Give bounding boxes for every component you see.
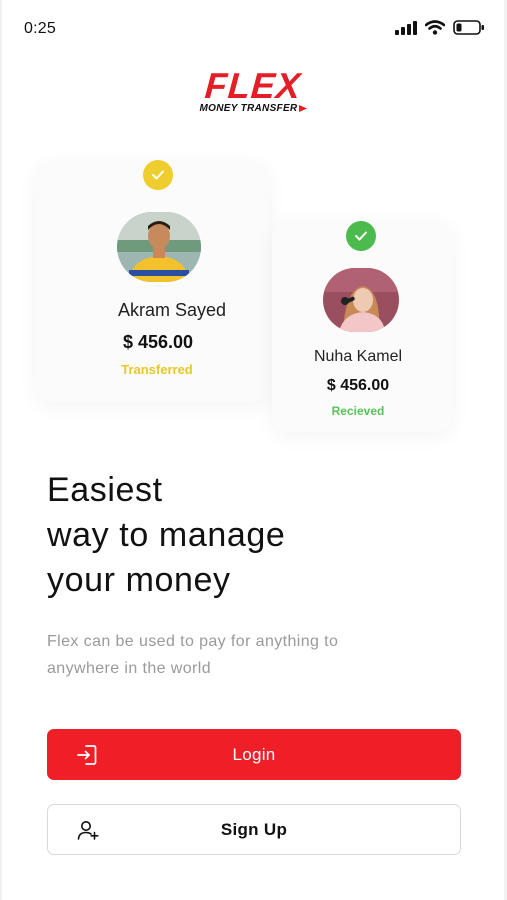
brand-logo: FLEX MONEY TRANSFER bbox=[0, 65, 507, 114]
headline-line: way to manage bbox=[47, 516, 286, 554]
battery-icon bbox=[453, 20, 484, 35]
status-icons bbox=[395, 20, 485, 35]
transaction-status: Recieved bbox=[331, 404, 385, 418]
person-name: Nuha Kamel bbox=[313, 348, 403, 365]
signal-icon bbox=[395, 20, 417, 35]
brand-name: FLEX bbox=[204, 65, 303, 106]
headline-line: Easiest bbox=[47, 471, 163, 509]
play-arrow-icon bbox=[299, 105, 308, 112]
page-title: Easiest way to manage your money bbox=[47, 468, 467, 603]
status-time: 0:25 bbox=[24, 20, 56, 37]
login-icon bbox=[75, 743, 99, 767]
app-screen: 0:25 FLEX MONEY TRANSFER Akram Sayed $ 4… bbox=[0, 0, 507, 900]
transaction-amount: $ 456.00 bbox=[122, 332, 194, 352]
transaction-status: Transferred bbox=[121, 362, 193, 377]
login-button[interactable]: Login bbox=[47, 729, 461, 780]
login-button-label: Login bbox=[232, 744, 276, 764]
check-icon bbox=[346, 221, 376, 251]
description-line: Flex can be used to pay for anything to bbox=[47, 633, 339, 650]
signup-button[interactable]: Sign Up bbox=[47, 804, 461, 855]
description-line: anywhere in the world bbox=[47, 660, 212, 677]
avatar bbox=[117, 212, 201, 282]
check-icon bbox=[143, 160, 173, 190]
transaction-amount: $ 456.00 bbox=[326, 377, 390, 394]
avatar bbox=[323, 268, 399, 332]
page-description: Flex can be used to pay for anything to … bbox=[47, 628, 447, 682]
add-user-icon bbox=[76, 818, 100, 842]
signup-button-label: Sign Up bbox=[220, 819, 288, 839]
wifi-icon bbox=[425, 20, 445, 35]
screen-edge bbox=[0, 0, 2, 900]
person-name: Akram Sayed bbox=[117, 300, 227, 320]
headline-line: your money bbox=[47, 561, 231, 599]
